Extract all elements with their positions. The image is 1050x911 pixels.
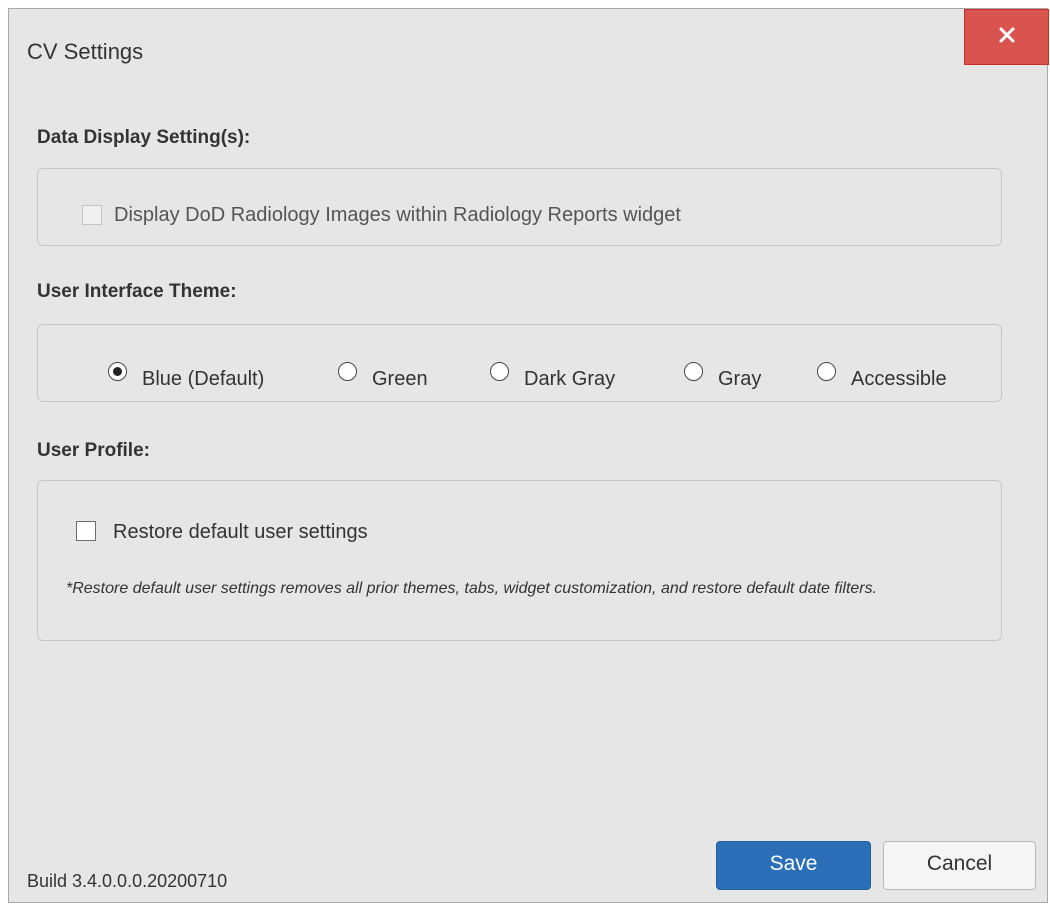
- theme-label-blue: Blue (Default): [142, 368, 265, 390]
- build-version: Build 3.4.0.0.0.20200710: [27, 871, 228, 891]
- data-display-group: Display DoD Radiology Images within Radi…: [37, 168, 1002, 246]
- theme-radio-gray[interactable]: [684, 362, 703, 381]
- restore-defaults-note: *Restore default user settings removes a…: [66, 580, 878, 597]
- restore-defaults-label: Restore default user settings: [113, 521, 368, 543]
- close-button[interactable]: [964, 9, 1049, 65]
- save-button[interactable]: Save: [716, 841, 871, 890]
- display-dod-radiology-checkbox[interactable]: [82, 205, 102, 225]
- theme-label-gray: Gray: [718, 368, 762, 390]
- theme-radio-dark-gray[interactable]: [490, 362, 509, 381]
- theme-label-accessible: Accessible: [851, 368, 947, 390]
- theme-heading: User Interface Theme:: [37, 281, 237, 302]
- close-icon: [998, 26, 1016, 49]
- theme-group: Blue (Default) Green Dark Gray Gray Acce…: [37, 324, 1002, 402]
- cv-settings-dialog: CV Settings Data Display Setting(s): Dis…: [8, 8, 1049, 903]
- user-profile-heading: User Profile:: [37, 440, 150, 461]
- theme-label-green: Green: [372, 368, 428, 390]
- dialog-title: CV Settings: [27, 39, 144, 64]
- user-profile-group: Restore default user settings *Restore d…: [37, 480, 1002, 641]
- theme-radio-blue[interactable]: [108, 362, 127, 381]
- data-display-heading: Data Display Setting(s):: [37, 127, 251, 148]
- theme-label-dark-gray: Dark Gray: [524, 368, 616, 390]
- theme-radio-accessible[interactable]: [817, 362, 836, 381]
- theme-radio-green[interactable]: [338, 362, 357, 381]
- cancel-button[interactable]: Cancel: [883, 841, 1036, 890]
- restore-defaults-checkbox[interactable]: [76, 521, 96, 541]
- display-dod-radiology-label: Display DoD Radiology Images within Radi…: [114, 204, 681, 226]
